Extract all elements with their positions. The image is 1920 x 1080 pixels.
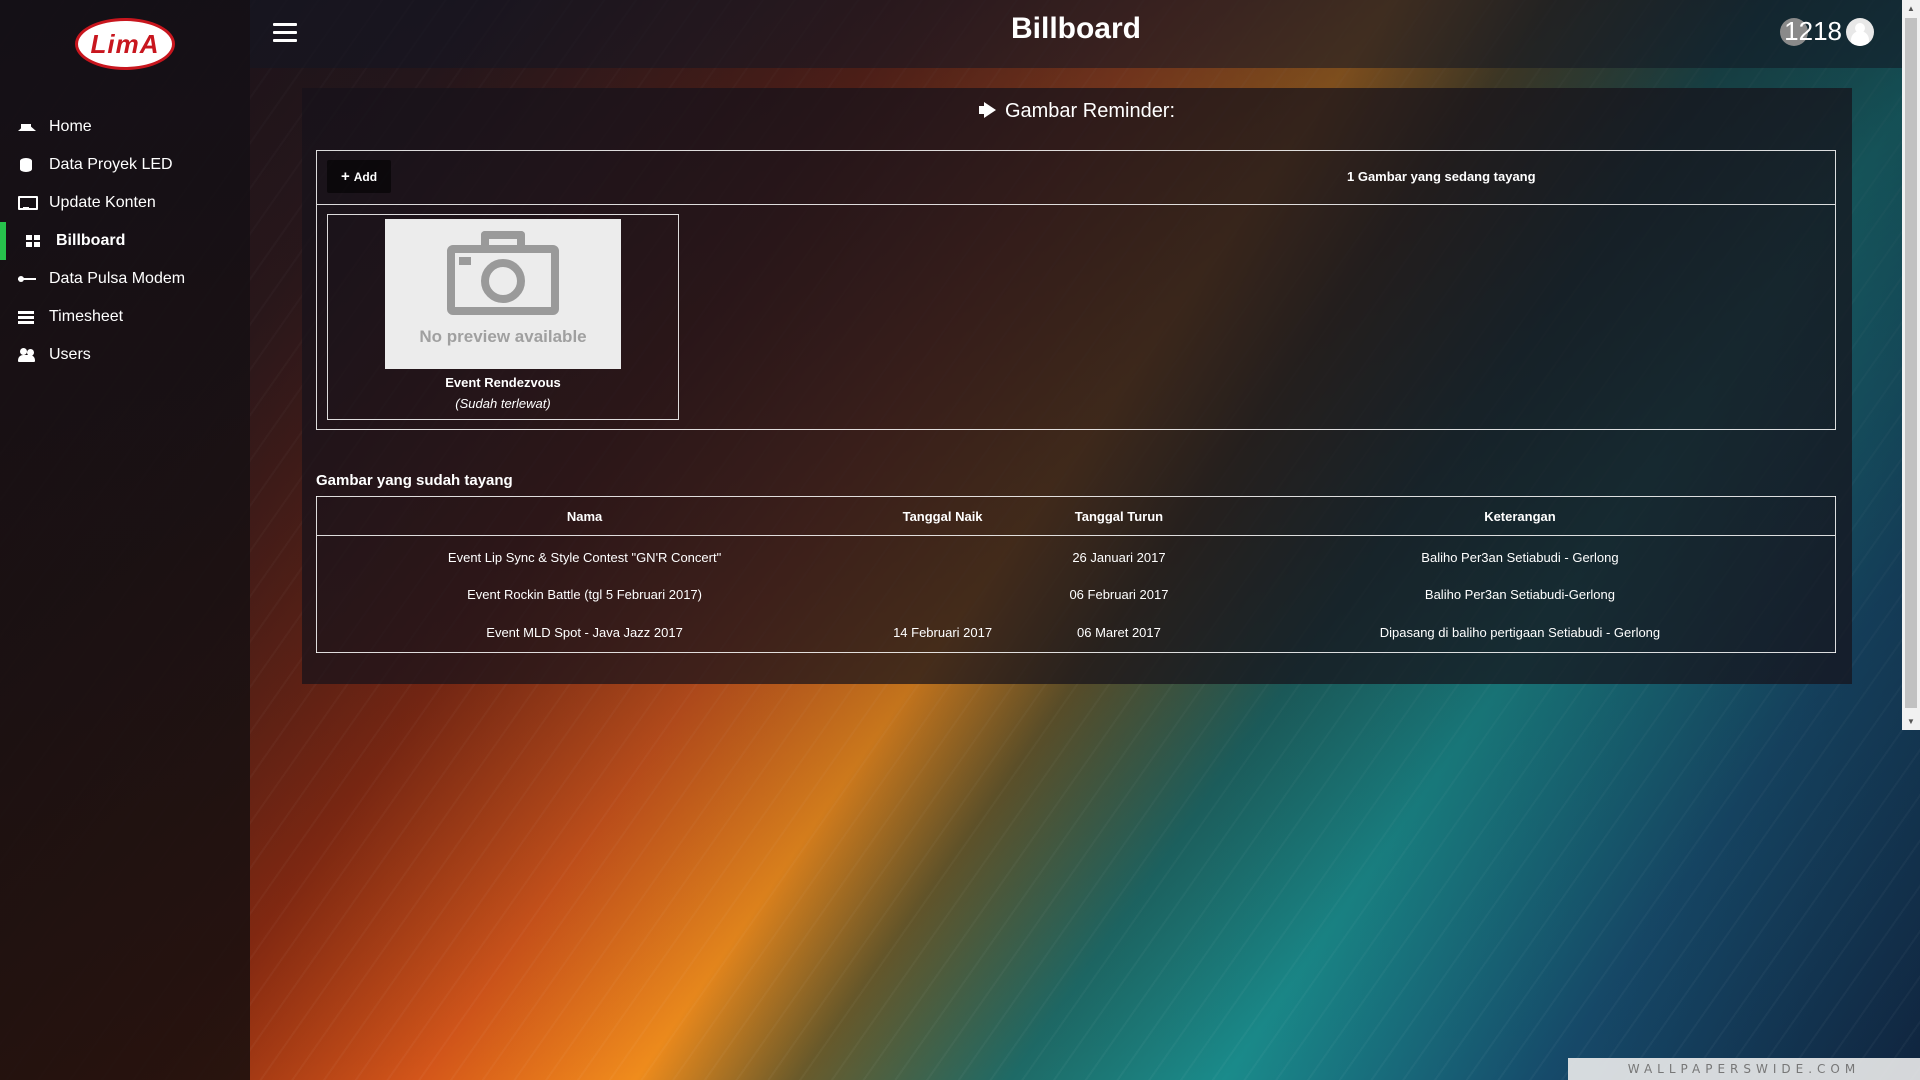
cell-tanggal-turun: 06 Februari 2017	[1069, 586, 1169, 602]
cell-nama: Event MLD Spot - Java Jazz 2017	[486, 625, 683, 641]
sidebar-item-billboard[interactable]: Billboard	[0, 222, 250, 260]
add-button[interactable]: + Add	[327, 160, 391, 193]
database-icon	[18, 158, 36, 172]
reminder-title: Gambar Reminder:	[302, 100, 1852, 123]
plus-icon: +	[340, 168, 350, 185]
cell-nama: Event Lip Sync & Style Contest "GN'R Con…	[447, 549, 722, 565]
column-header-nama[interactable]: Nama	[316, 496, 853, 536]
cell-tanggal-naik	[852, 536, 1033, 575]
sidebar-item-label: Data Proyek LED	[49, 156, 173, 173]
column-header-tanggal-naik[interactable]: Tanggal Naik	[852, 496, 1034, 536]
sidebar: LimA Home Data Proyek LED Update Konten …	[0, 0, 250, 1080]
past-images-table: Nama Tanggal Naik Tanggal Turun Keterang…	[316, 496, 1836, 653]
users-icon	[18, 348, 36, 362]
sidebar-item-label: Data Pulsa Modem	[49, 270, 186, 287]
sidebar-item-label: Update Konten	[49, 194, 156, 211]
sidebar-item-label: Billboard	[56, 232, 126, 249]
table-row[interactable]: Event Rockin Battle (tgl 5 Februari 2017…	[317, 575, 1836, 614]
cell-tanggal-turun: 06 Maret 2017	[1077, 625, 1161, 641]
sidebar-item-label: Home	[49, 118, 92, 135]
page-scrollbar[interactable]: ▲ ▼	[1902, 0, 1920, 730]
sidebar-item-timesheet[interactable]: Timesheet	[0, 298, 250, 336]
cell-tanggal-naik	[852, 575, 1033, 614]
wallpaper-watermark: WALLPAPERSWIDE.COM	[1568, 1058, 1920, 1080]
current-showing-box: + Add 1 Gambar yang sedang tayang No pre…	[316, 150, 1836, 430]
cell-tanggal-naik: 14 Februari 2017	[893, 625, 993, 641]
sidebar-item-data-pulsa-modem[interactable]: Data Pulsa Modem	[0, 260, 250, 298]
scroll-down-arrow-icon[interactable]: ▼	[1902, 713, 1920, 730]
cell-keterangan: Baliho Per3an Setiabudi - Gerlong	[1421, 549, 1619, 565]
card-status: (Sudah terlewat)	[455, 396, 551, 411]
grid-icon	[25, 234, 43, 248]
monitor-icon	[18, 196, 38, 210]
column-header-tanggal-turun[interactable]: Tanggal Turun	[1033, 496, 1205, 536]
home-icon	[18, 117, 36, 131]
usb-icon	[18, 272, 36, 286]
image-thumbnail[interactable]: No preview available	[385, 219, 621, 369]
lima-logo[interactable]: LimA	[75, 18, 175, 70]
avatar[interactable]	[1846, 17, 1874, 46]
cell-keterangan: Baliho Per3an Setiabudi-Gerlong	[1424, 586, 1615, 602]
scrollbar-thumb[interactable]	[1905, 18, 1917, 708]
camera-icon	[447, 231, 559, 319]
megaphone-icon	[978, 102, 999, 118]
sidebar-nav: Home Data Proyek LED Update Konten Billb…	[0, 108, 250, 374]
page-title: Billboard	[1010, 12, 1141, 45]
reminder-header: + Add 1 Gambar yang sedang tayang	[317, 151, 1835, 205]
scroll-up-arrow-icon[interactable]: ▲	[1902, 0, 1920, 17]
column-header-keterangan[interactable]: Keterangan	[1204, 496, 1836, 536]
cell-tanggal-turun: 26 Januari 2017	[1072, 549, 1166, 565]
card-title: Event Rendezvous	[445, 375, 561, 390]
sidebar-item-users[interactable]: Users	[0, 336, 250, 374]
top-bar: Billboard 1218	[250, 0, 1902, 68]
list-icon	[18, 310, 36, 324]
sidebar-item-home[interactable]: Home	[0, 108, 250, 146]
past-images-heading: Gambar yang sudah tayang	[316, 472, 513, 489]
cell-keterangan: Dipasang di baliho pertigaan Setiabudi -…	[1379, 625, 1661, 641]
sidebar-item-update-konten[interactable]: Update Konten	[0, 184, 250, 222]
no-preview-text: No preview available	[419, 327, 587, 346]
table-header-row: Nama Tanggal Naik Tanggal Turun Keterang…	[316, 496, 1836, 536]
sidebar-item-label: Timesheet	[49, 308, 124, 325]
sidebar-item-label: Users	[49, 346, 91, 363]
billboard-card[interactable]: No preview available Event Rendezvous (S…	[327, 214, 679, 420]
table-row[interactable]: Event MLD Spot - Java Jazz 2017 14 Febru…	[317, 614, 1836, 653]
cell-nama: Event Rockin Battle (tgl 5 Februari 2017…	[467, 586, 702, 602]
sidebar-item-data-proyek-led[interactable]: Data Proyek LED	[0, 146, 250, 184]
table-row[interactable]: Event Lip Sync & Style Contest "GN'R Con…	[317, 536, 1836, 575]
showing-count: 1 Gambar yang sedang tayang	[1347, 169, 1536, 184]
user-menu[interactable]: 1218	[1780, 16, 1874, 47]
user-id: 1218	[1784, 16, 1842, 46]
billboard-panel: Gambar Reminder: + Add 1 Gambar yang sed…	[302, 88, 1852, 684]
